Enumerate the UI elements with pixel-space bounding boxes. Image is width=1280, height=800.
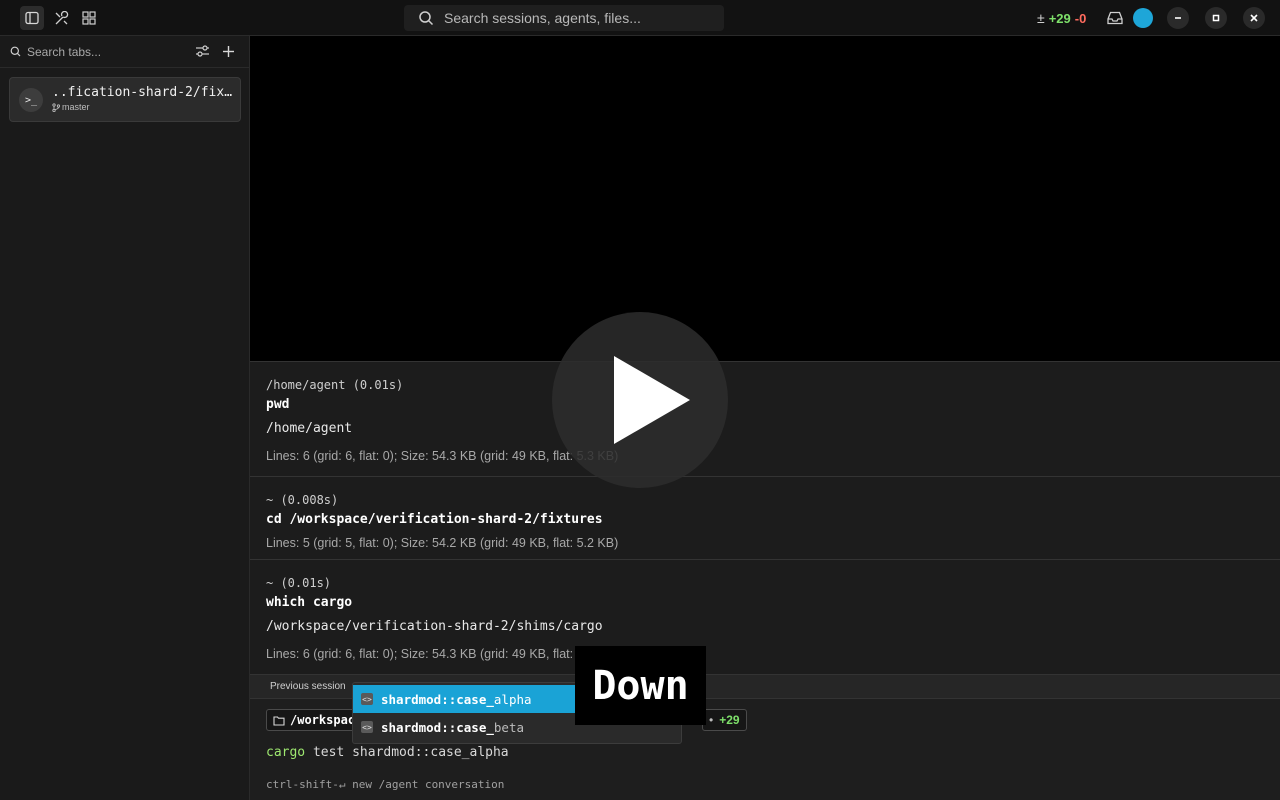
minimize-icon (1175, 17, 1181, 19)
diff-added: +29 (1048, 10, 1071, 26)
diff-chip-added: +29 (719, 713, 740, 727)
autocomplete-prefix: shardmod::case_ (381, 691, 494, 707)
sidebar-tab-item[interactable]: >_ ..fication-shard-2/fixtures master (9, 77, 241, 122)
autocomplete-item[interactable]: <> shardmod::case_alpha (353, 685, 575, 713)
cwd-chip[interactable]: /workspac (266, 709, 363, 731)
global-search-input[interactable]: Search sessions, agents, files... (404, 5, 724, 31)
block-directory: ~ (0.01s) (266, 576, 332, 590)
sidebar: Search tabs... >_ ..fication-shard-2/fix… (0, 36, 250, 800)
block-command: which cargo (266, 595, 353, 610)
grid-icon (82, 11, 96, 25)
play-button[interactable] (552, 312, 728, 488)
block-stats: Lines: 6 (grid: 6, flat: 0); Size: 54.3 … (266, 647, 574, 661)
inbox-icon (1107, 11, 1123, 25)
tab-title: ..fication-shard-2/fixtures (52, 85, 236, 100)
tab-branch: master (52, 102, 90, 112)
sliders-icon (196, 45, 209, 57)
sidebar-toggle-button[interactable] (20, 6, 44, 30)
command-block[interactable]: ~ (0.01s) which cargo /workspace/verific… (250, 559, 1280, 675)
inbox-button[interactable] (1106, 9, 1124, 27)
command-name: cargo (266, 745, 306, 760)
title-bar: Search sessions, agents, files... ± +29 … (0, 0, 1280, 36)
command-block[interactable]: ~ (0.008s) cd /workspace/verification-sh… (250, 476, 1280, 560)
block-stats: Lines: 6 (grid: 6, flat: 0); Size: 54.3 … (266, 449, 619, 463)
sidebar-icon (25, 11, 39, 25)
tools-button[interactable] (49, 6, 73, 30)
block-command: cd /workspace/verification-shard-2/fixtu… (266, 512, 603, 527)
diff-chip[interactable]: • +29 (702, 709, 747, 731)
block-directory: /home/agent (0.01s) (266, 378, 404, 392)
tab-search-placeholder: Search tabs... (27, 44, 102, 59)
filter-button[interactable] (195, 45, 210, 63)
code-icon: <> (361, 693, 373, 705)
maximize-icon (1212, 14, 1220, 22)
previous-session-label: Previous session (270, 681, 346, 692)
block-stats: Lines: 5 (grid: 5, flat: 0); Size: 54.2 … (266, 536, 619, 550)
global-search-placeholder: Search sessions, agents, files... (444, 10, 641, 26)
plus-icon (223, 46, 234, 57)
command-args: test shardmod::case_alpha (312, 745, 509, 760)
avatar[interactable] (1133, 8, 1153, 28)
autocomplete-prefix: shardmod::case_ (381, 719, 494, 735)
grid-view-button[interactable] (77, 6, 101, 30)
tools-icon (55, 10, 68, 24)
diff-symbol: ± (1037, 10, 1045, 26)
play-icon (614, 356, 690, 444)
close-button[interactable] (1243, 7, 1265, 29)
tab-search-input[interactable]: Search tabs... (0, 36, 249, 68)
diff-removed: -0 (1074, 10, 1087, 26)
tab-branch-name: master (62, 102, 90, 112)
search-icon (10, 46, 21, 57)
maximize-button[interactable] (1205, 7, 1227, 29)
code-icon: <> (361, 721, 373, 733)
autocomplete-suffix: alpha (493, 691, 532, 707)
new-tab-button[interactable] (222, 45, 235, 63)
diff-chip-dot: • (709, 713, 714, 727)
autocomplete-suffix: beta (493, 719, 524, 735)
command-input[interactable]: cargo test shardmod::case_alpha (266, 745, 509, 760)
diff-stat[interactable]: ± +29 -0 (1037, 10, 1086, 26)
cwd-chip-text: /workspac (290, 713, 356, 727)
search-icon (419, 11, 434, 26)
block-output: /workspace/verification-shard-2/shims/ca… (266, 619, 603, 634)
folder-icon (273, 715, 285, 726)
close-icon (1250, 14, 1258, 22)
git-branch-icon (52, 102, 60, 112)
terminal-icon: >_ (19, 88, 43, 112)
input-hint: ctrl-shift-↵ new /agent conversation (266, 778, 505, 791)
command-block[interactable]: /home/agent (0.01s) pwd /home/agent Line… (250, 361, 1280, 477)
minimize-button[interactable] (1167, 7, 1189, 29)
block-output: /home/agent (266, 421, 353, 436)
block-command: pwd (266, 397, 290, 412)
block-directory: ~ (0.008s) (266, 493, 339, 507)
keypress-overlay: Down (575, 646, 706, 725)
